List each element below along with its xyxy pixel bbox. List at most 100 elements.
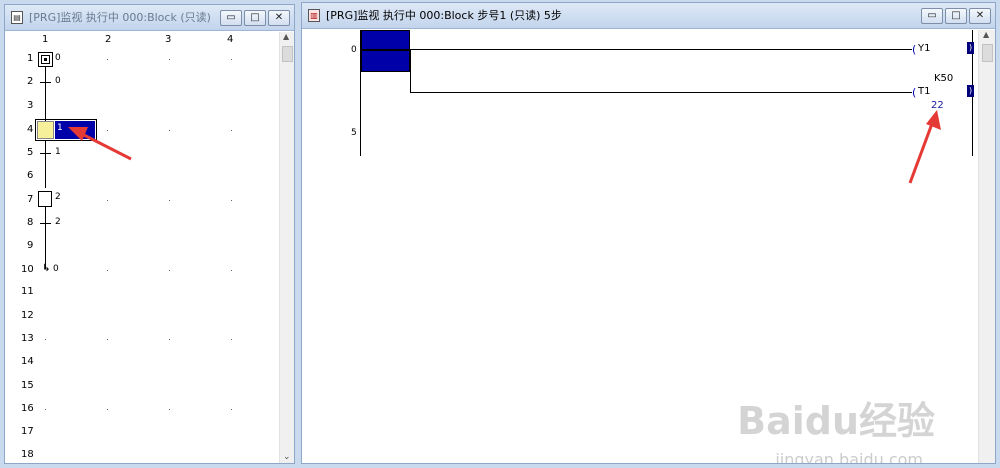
column-header-3: 3 [165,34,172,45]
scroll-down-icon[interactable]: ⌄ [283,452,291,462]
grid-dot [107,339,108,340]
row-number: 3 [27,100,34,111]
watermark-url: jingyan.baidu.com [775,450,923,464]
row-number: 14 [21,356,34,367]
sfc-window-title: [PRG]监视 执行中 000:Block (只读) [29,11,211,24]
grid-dot [231,270,232,271]
grid-dot [231,130,232,131]
coil-close-marker: ) [967,85,974,97]
grid-dot [169,59,170,60]
sfc-window: ▤ [PRG]监视 执行中 000:Block (只读) ▭ □ ✕ 1 2 3… [4,4,295,464]
sfc-vertical-scrollbar[interactable]: ▲ ⌄ [279,32,294,463]
timer-setting: K50 [934,73,954,84]
minimize-button[interactable]: ▭ [220,10,242,26]
close-icon: ✕ [274,12,284,23]
sfc-titlebar[interactable]: ▤ [PRG]监视 执行中 000:Block (只读) ▭ □ ✕ [5,5,294,31]
row-number: 12 [21,310,34,321]
minimize-button[interactable]: ▭ [921,8,943,24]
maximize-icon: □ [951,10,961,21]
minimize-icon: ▭ [226,12,236,23]
transition-bar [40,153,51,154]
sfc-flow-line [45,206,46,269]
grid-dot [45,409,46,410]
row-number: 7 [27,194,34,205]
rung-number: 0 [351,45,357,55]
close-button[interactable]: ✕ [969,8,991,24]
sfc-canvas[interactable]: 1 2 3 4 1 2 3 4 5 6 7 8 9 10 11 12 13 14… [5,32,294,463]
ladder-window-title: [PRG]监视 执行中 000:Block 步号1 (只读) 5步 [326,9,562,22]
watermark-logo: Baidu经验 [737,399,935,443]
row-number: 10 [21,264,34,275]
grid-dot [107,200,108,201]
maximize-icon: □ [250,12,260,23]
grid-dot [231,59,232,60]
column-header-4: 4 [227,34,234,45]
row-number: 2 [27,76,34,87]
row-number: 18 [21,449,34,460]
sfc-flow-line [45,66,46,122]
scroll-up-icon[interactable]: ▲ [283,32,289,41]
row-number: 11 [21,286,34,297]
sfc-flow-line [45,140,46,188]
ladder-window: ▥ [PRG]监视 执行中 000:Block 步号1 (只读) 5步 ▭ □ … [301,2,996,464]
step-number: 0 [55,53,61,63]
ladder-canvas[interactable]: 0 5 ( Y1 ) K50 ( T1 ) 22 Baidu经验 jingyan… [302,30,995,463]
grid-dot [107,130,108,131]
rung-number: 5 [351,128,357,138]
transition-bar [40,223,51,224]
grid-dot [231,339,232,340]
grid-dot [231,409,232,410]
row-number: 17 [21,426,34,437]
coil-t1-label: T1 [918,86,931,97]
row-number: 8 [27,217,34,228]
ladder-titlebar[interactable]: ▥ [PRG]监视 执行中 000:Block 步号1 (只读) 5步 ▭ □ … [302,3,995,29]
rung-wire [410,49,912,50]
document-icon: ▤ [11,11,23,24]
coil-open-bracket: ( [912,43,917,56]
grid-dot [169,339,170,340]
ladder-vertical-scrollbar[interactable]: ▲ [978,30,995,463]
coil-close-marker: ) [967,42,974,54]
row-number: 13 [21,333,34,344]
grid-dot [169,270,170,271]
maximize-button[interactable]: □ [945,8,967,24]
grid-dot [107,59,108,60]
scroll-thumb[interactable] [282,46,293,62]
maximize-button[interactable]: □ [244,10,266,26]
close-button[interactable]: ✕ [268,10,290,26]
coil-y1-label: Y1 [918,43,931,54]
scroll-thumb[interactable] [982,44,993,62]
step-number: 1 [57,123,63,133]
row-number: 5 [27,147,34,158]
row-number: 6 [27,170,34,181]
active-step-marker [37,121,54,139]
active-step-block[interactable]: 1 [35,119,97,141]
grid-dot [169,130,170,131]
transition-number: 1 [55,147,61,157]
branch-wire [410,50,411,93]
timer-current-value: 22 [931,100,944,111]
close-icon: ✕ [975,10,985,21]
initial-step-box[interactable] [38,52,53,67]
rung-wire [410,92,912,93]
grid-dot [107,270,108,271]
row-number: 9 [27,240,34,251]
grid-dot [45,339,46,340]
jump-arrow-icon: ↳ [42,263,51,274]
transition-bar [40,82,51,83]
transition-number: 2 [55,217,61,227]
scroll-up-icon[interactable]: ▲ [983,30,989,39]
contact-block-top[interactable] [361,30,410,50]
grid-dot [231,200,232,201]
contact-block-bottom[interactable] [361,50,410,72]
column-header-2: 2 [105,34,112,45]
step-number: 2 [55,192,61,202]
row-number: 1 [27,53,34,64]
active-step-fill: 1 [55,121,95,139]
coil-open-bracket: ( [912,86,917,99]
row-number: 4 [27,124,34,135]
row-number: 15 [21,380,34,391]
step-box[interactable] [38,191,52,207]
ladder-icon: ▥ [308,9,320,22]
grid-dot [169,200,170,201]
